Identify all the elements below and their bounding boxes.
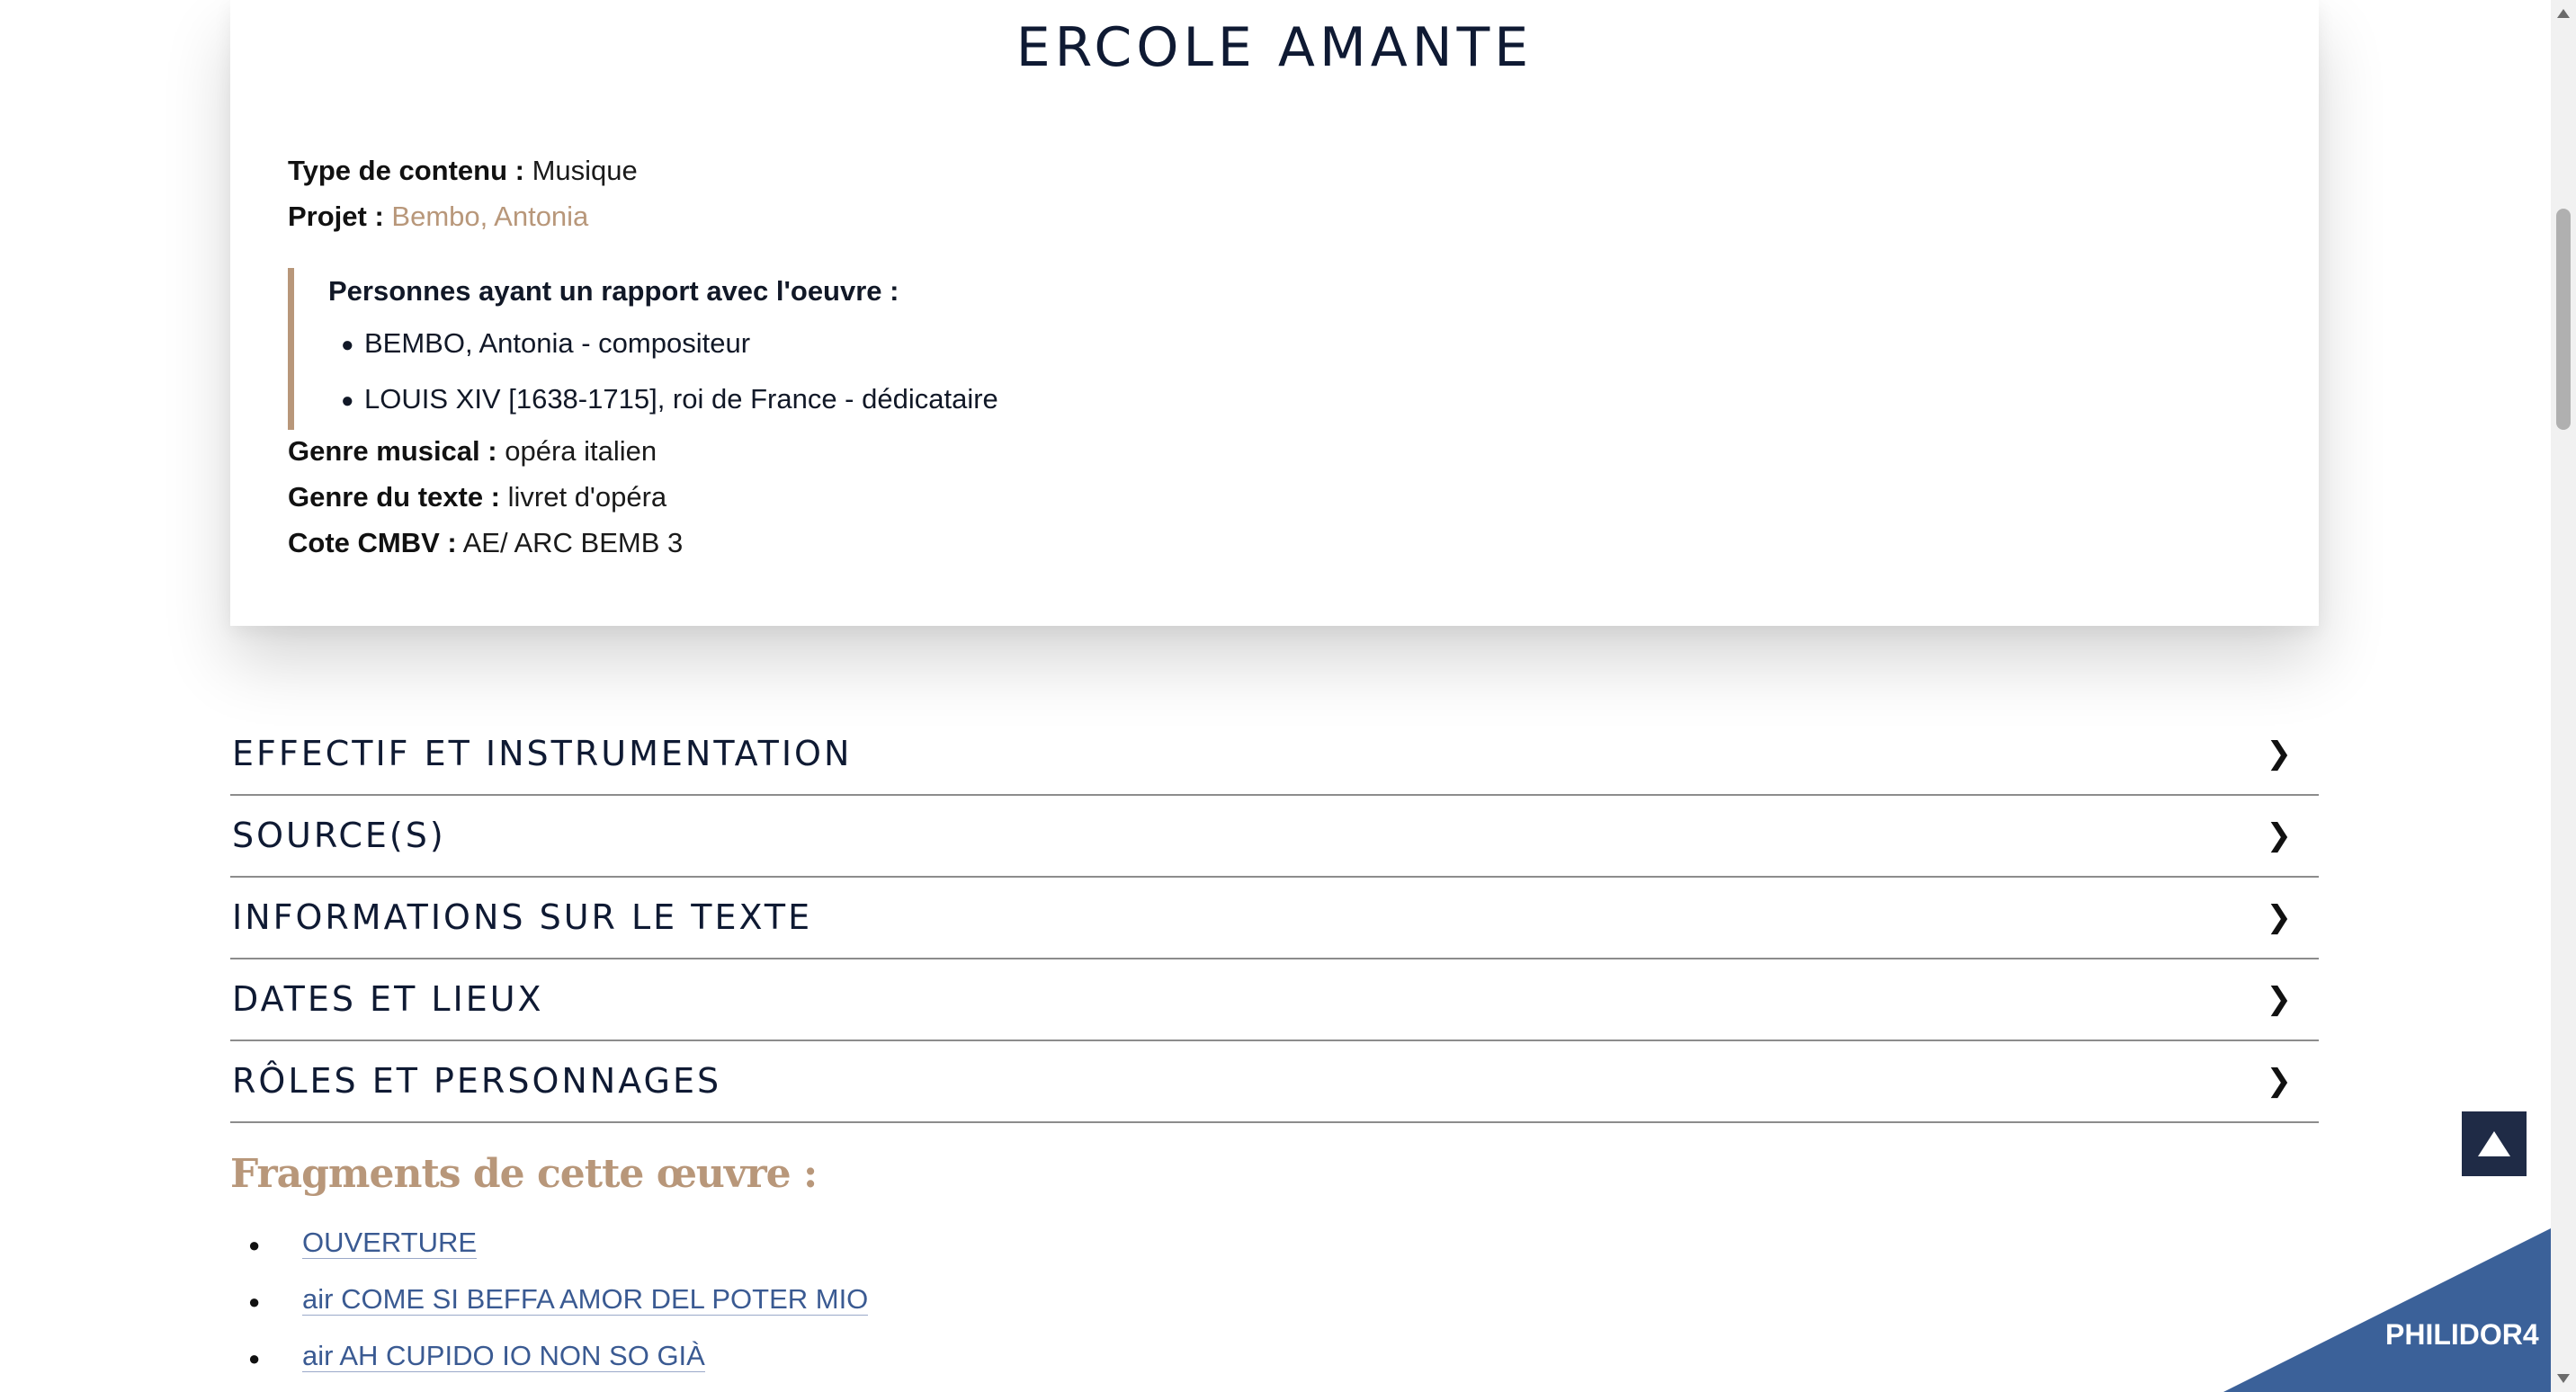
project-label: Projet : (288, 201, 384, 232)
bullet: ● (341, 388, 354, 413)
chevron-right-icon: ❯ (2266, 982, 2293, 1016)
bullet: ● (341, 333, 354, 357)
chevron-right-icon: ❯ (2266, 900, 2293, 934)
fragment-link[interactable]: OUVERTURE (302, 1227, 478, 1259)
cote-label: Cote CMBV : (288, 527, 457, 558)
fragment-item: air AH CUPIDO IO NON SO GIÀ (302, 1340, 705, 1372)
work-card: ERCOLE AMANTE Type de contenu : Musique … (230, 0, 2319, 626)
accordion-roles[interactable]: RÔLES ET PERSONNAGES ❯ (230, 1041, 2319, 1123)
genre-texte-field: Genre du texte : livret d'opéra (288, 481, 666, 513)
project-link[interactable]: Bembo, Antonia (391, 201, 588, 232)
genre-musical-field: Genre musical : opéra italien (288, 435, 657, 468)
accordion-sources[interactable]: SOURCE(S) ❯ (230, 796, 2319, 878)
accordion-label: SOURCE(S) (232, 816, 446, 855)
accordion-label: EFFECTIF ET INSTRUMENTATION (232, 734, 853, 773)
scroll-down-arrow-icon[interactable] (2557, 1374, 2570, 1383)
genre-texte-value: livret d'opéra (507, 481, 667, 513)
bullet: ● (248, 1234, 261, 1256)
vertical-scrollbar[interactable] (2551, 0, 2576, 1392)
triangle-up-icon (2478, 1131, 2510, 1156)
philidor-corner-badge[interactable] (2223, 1228, 2551, 1392)
genre-musical-label: Genre musical : (288, 435, 497, 467)
chevron-right-icon: ❯ (2266, 818, 2293, 852)
accordion-label: DATES ET LIEUX (232, 979, 544, 1019)
chevron-right-icon: ❯ (2266, 736, 2293, 771)
fragments-title: Fragments de cette œuvre : (230, 1151, 818, 1197)
persons-header: Personnes ayant un rapport avec l'oeuvre… (328, 275, 899, 307)
philidor-label[interactable]: PHILIDOR4 (2385, 1318, 2539, 1352)
fragment-item: OUVERTURE (302, 1227, 478, 1259)
chevron-right-icon: ❯ (2266, 1064, 2293, 1098)
content-type-field: Type de contenu : Musique (288, 155, 638, 187)
scroll-thumb[interactable] (2556, 209, 2571, 430)
accordion-dates[interactable]: DATES ET LIEUX ❯ (230, 959, 2319, 1041)
cote-field: Cote CMBV : AE/ ARC BEMB 3 (288, 527, 683, 559)
scroll-up-arrow-icon[interactable] (2557, 9, 2570, 18)
content-type-label: Type de contenu : (288, 155, 524, 186)
accordion-effectif[interactable]: EFFECTIF ET INSTRUMENTATION ❯ (230, 714, 2319, 796)
person-item: BEMBO, Antonia - compositeur (364, 327, 751, 359)
person-item: LOUIS XIV [1638-1715], roi de France - d… (364, 383, 998, 415)
fragment-item: air COME SI BEFFA AMOR DEL POTER MIO (302, 1283, 869, 1316)
content-type-value: Musique (532, 155, 638, 186)
bullet: ● (248, 1290, 261, 1313)
bullet: ● (248, 1347, 261, 1370)
persons-block: Personnes ayant un rapport avec l'oeuvre… (288, 268, 998, 430)
accordion-label: RÔLES ET PERSONNAGES (232, 1061, 722, 1101)
page-title: ERCOLE AMANTE (1015, 16, 1534, 79)
cote-value: AE/ ARC BEMB 3 (462, 527, 684, 558)
accordion-texte[interactable]: INFORMATIONS SUR LE TEXTE ❯ (230, 878, 2319, 959)
back-to-top-button[interactable] (2462, 1111, 2527, 1176)
genre-texte-label: Genre du texte : (288, 481, 500, 513)
fragment-link[interactable]: air COME SI BEFFA AMOR DEL POTER MIO (302, 1283, 869, 1316)
accordion-label: INFORMATIONS SUR LE TEXTE (232, 897, 813, 937)
genre-musical-value: opéra italien (505, 435, 657, 467)
fragment-link[interactable]: air AH CUPIDO IO NON SO GIÀ (302, 1340, 705, 1372)
project-field: Projet : Bembo, Antonia (288, 201, 588, 233)
